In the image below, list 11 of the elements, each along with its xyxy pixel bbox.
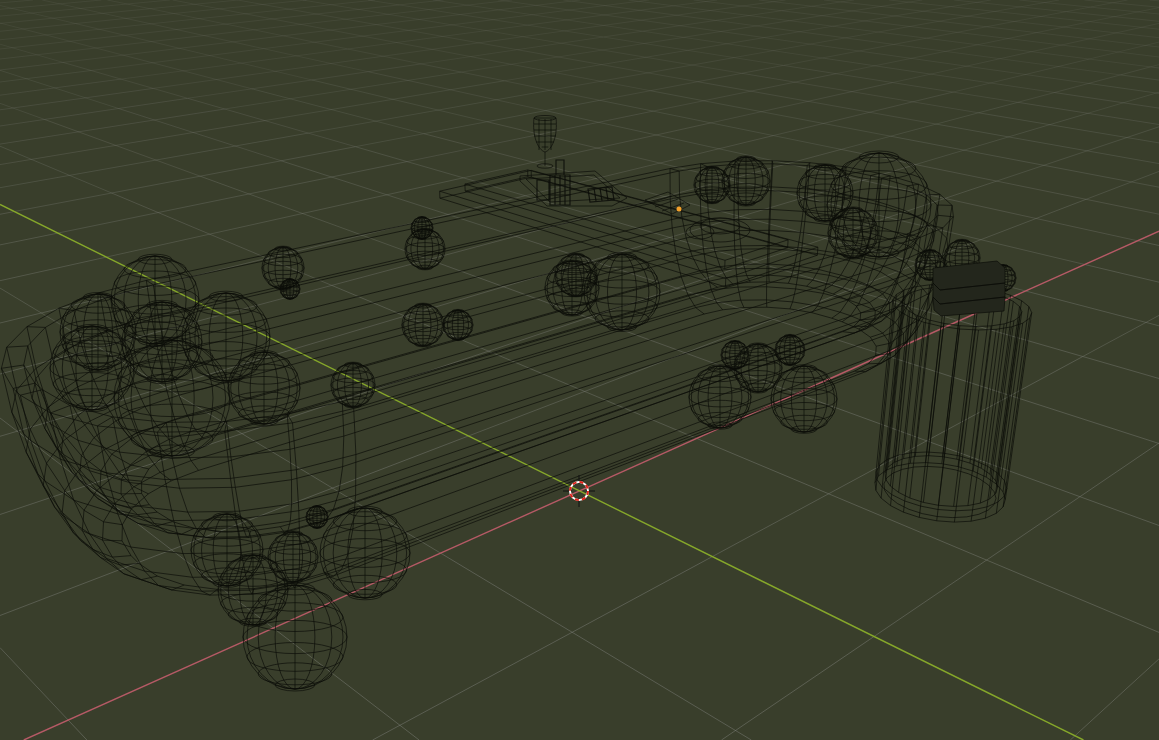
sphere-wireframe xyxy=(721,155,771,207)
origin-point-icon xyxy=(676,206,682,212)
flat-lump-wireframe xyxy=(685,217,751,243)
wine-glass-wireframe xyxy=(533,115,557,169)
sphere-wireframe xyxy=(330,361,376,409)
bottle-wireframe xyxy=(536,159,571,206)
3d-cursor-icon xyxy=(562,474,596,508)
small-plate-wireframe xyxy=(644,191,691,215)
sphere-wireframe xyxy=(693,165,731,205)
sphere-wireframe xyxy=(544,259,600,317)
small-box-wireframe xyxy=(587,186,615,203)
